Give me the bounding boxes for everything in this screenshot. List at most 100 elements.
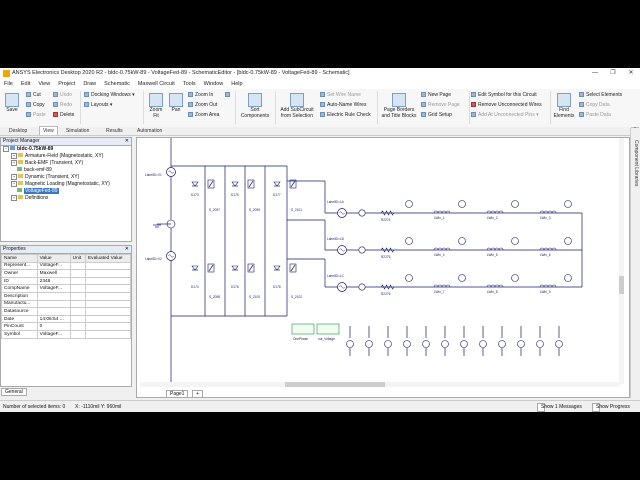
layouts-dropdown[interactable]: Layouts ▾	[84, 102, 112, 108]
menu-tools[interactable]: Tools	[179, 79, 200, 89]
delete-button[interactable]: Delete	[53, 112, 74, 118]
page-borders-button[interactable]: Page Borders and Title Blocks	[380, 93, 418, 119]
redo-button[interactable]: Redo	[53, 102, 72, 108]
minimize-button[interactable]: —	[586, 68, 604, 79]
restore-button[interactable]: ❐	[604, 68, 622, 79]
property-row[interactable]: Datasource	[1, 307, 132, 316]
tab-automation[interactable]: Automation	[134, 127, 165, 135]
tree-item[interactable]: + Dynamic (Transient, XY)	[3, 174, 131, 181]
menu-maxwell-circuit[interactable]: Maxwell Circuit	[134, 79, 179, 89]
menu-window[interactable]: Window	[200, 79, 228, 89]
schematic-canvas[interactable]: LabelID=V1 LabelID=V2 D173 S_2097 D174 S_2098…	[136, 137, 630, 398]
property-row[interactable]: Represent... VoltageF...	[1, 261, 132, 271]
remove-page-button[interactable]: Remove Page	[421, 102, 460, 108]
menu-file[interactable]: File	[0, 79, 17, 89]
zoom-fit-button[interactable]: Zoom Fit	[146, 93, 166, 119]
menu-view[interactable]: View	[34, 79, 54, 89]
property-cell[interactable]: VoltageF...	[36, 329, 71, 339]
tab-simulation[interactable]: Simulation	[63, 127, 92, 135]
tree-item[interactable]: back-emf-89	[3, 167, 131, 174]
set-wire-name-button[interactable]: Set Wire Name	[320, 92, 361, 98]
menu-draw[interactable]: Draw	[79, 79, 100, 89]
copy-data-button[interactable]: Copy Data	[579, 102, 610, 108]
property-cell[interactable]: VoltageF...	[36, 284, 71, 293]
property-cell[interactable]: Maxwell	[36, 269, 71, 278]
design-icon	[18, 174, 23, 178]
undo-button[interactable]: Undo	[53, 92, 72, 98]
copy-button[interactable]: Copy	[26, 102, 45, 108]
property-row[interactable]: Date 14:06:54 ...	[1, 314, 132, 324]
tree-item[interactable]: + Definitions	[3, 195, 131, 202]
cut-icon	[26, 92, 31, 97]
remove-unconnected-button[interactable]: Remove Unconnected Wires	[471, 102, 542, 108]
zoom-out-button[interactable]: Zoom Out	[188, 102, 217, 108]
auto-name-wires-button[interactable]: Auto-Name Wires	[320, 102, 366, 108]
horizontal-scrollbar[interactable]	[140, 382, 620, 387]
grid-setup-button[interactable]: Grid Setup	[421, 112, 452, 118]
find-elements-button[interactable]: Find Elements	[552, 93, 576, 119]
magnifier-button[interactable]	[225, 92, 232, 98]
property-row[interactable]: ID 2348	[1, 276, 132, 286]
save-button[interactable]: Save	[3, 93, 21, 114]
show-progress-button[interactable]: Show Progress	[592, 403, 630, 412]
electric-rule-check-button[interactable]: Electric Rule Check	[320, 112, 371, 118]
property-cell[interactable]: 2348	[36, 276, 71, 286]
property-row[interactable]: Manufactu...	[1, 299, 132, 309]
sort-components-button[interactable]: Sort Components	[238, 93, 272, 119]
cursor-coordinates: X: -1110mil Y: 960mil	[75, 404, 122, 410]
property-cell[interactable]: VoltageF...	[36, 261, 71, 271]
property-cell[interactable]	[36, 307, 71, 316]
edit-symbol-button[interactable]: Edit Symbol for this Circuit	[471, 92, 537, 98]
property-row[interactable]: Symbol VoltageF...	[1, 329, 132, 339]
menu-edit[interactable]: Edit	[17, 79, 34, 89]
probe-symbol	[365, 340, 373, 348]
paste-data-button[interactable]: Paste Data	[579, 112, 611, 118]
property-row[interactable]: CompName VoltageF...	[1, 284, 132, 293]
property-row[interactable]: Description	[1, 291, 132, 301]
tab-page1[interactable]: Page1	[166, 390, 189, 398]
tree-item[interactable]: + Armature-Field (Magnetostatic, XY)	[3, 153, 131, 160]
tab-results[interactable]: Results	[103, 127, 126, 135]
tab-general[interactable]: General	[1, 388, 27, 396]
property-row[interactable]: Owner Maxwell	[1, 269, 132, 278]
property-cell[interactable]	[36, 299, 71, 309]
pan-button[interactable]: Pan	[168, 93, 184, 114]
cut-button[interactable]: Cut	[26, 92, 41, 98]
menu-project[interactable]: Project	[54, 79, 79, 89]
zoom-area-button[interactable]: Zoom Area	[188, 112, 219, 118]
grid-setup-label: Grid Setup	[428, 112, 452, 118]
close-icon[interactable]: ✕	[125, 246, 129, 253]
grid-icon	[421, 112, 426, 117]
zoom-in-icon	[188, 92, 193, 97]
property-cell: Datasource	[1, 307, 38, 316]
vertical-scrollbar[interactable]	[619, 138, 624, 384]
property-cell	[84, 291, 132, 301]
tab-view[interactable]: View	[39, 126, 58, 135]
tree-item-selected[interactable]: VoltageFed-89	[3, 188, 131, 195]
tree-item[interactable]: + Back-EMF (Transient, XY)	[3, 160, 131, 167]
tree-root[interactable]: − bldc-0.75kW-89	[3, 146, 131, 153]
property-cell[interactable]: 14:06:54 ...	[36, 314, 71, 324]
tab-desktop[interactable]: Desktop	[6, 127, 30, 135]
close-icon[interactable]: ✕	[125, 138, 129, 145]
docking-windows-dropdown[interactable]: Docking Windows ▾	[84, 92, 135, 98]
menu-help[interactable]: Help	[227, 79, 246, 89]
menu-schematic[interactable]: Schematic	[100, 79, 134, 89]
column-header: Name	[1, 254, 38, 263]
add-at-unconnected-button[interactable]: Add At Unconnected Pins ▾	[471, 112, 539, 118]
zoom-in-button[interactable]: Zoom In	[188, 92, 213, 98]
paste-button[interactable]: Paste	[26, 112, 46, 118]
select-elements-button[interactable]: Select Elements	[579, 92, 622, 98]
probe-symbol	[536, 340, 544, 348]
component-libraries-strip[interactable]: Component Libraries	[630, 128, 640, 398]
property-cell[interactable]: 0	[36, 322, 71, 331]
new-page-button[interactable]: New Page	[421, 92, 451, 98]
close-button[interactable]: ✕	[622, 68, 640, 79]
add-page-tab[interactable]: +	[192, 390, 203, 398]
show-messages-button[interactable]: Show 1 Messages	[537, 403, 582, 412]
property-cell[interactable]	[36, 291, 71, 301]
property-row[interactable]: PinCount 0	[1, 322, 132, 331]
add-subcircuit-button[interactable]: Add SubCircuit from Selection	[277, 93, 317, 119]
layouts-icon	[84, 102, 89, 107]
tree-item[interactable]: + Magnetic Loading (Magnetostatic, XY)	[3, 181, 131, 188]
